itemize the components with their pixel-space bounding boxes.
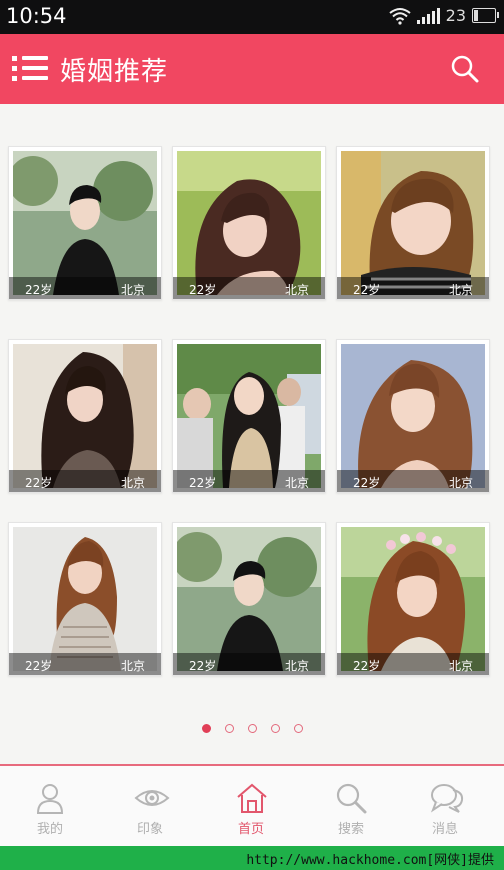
profile-photo [177, 527, 321, 671]
profile-age: 22岁 [189, 283, 217, 297]
status-icons: 23 [389, 6, 499, 25]
profile-photo [13, 151, 157, 295]
profile-caption: 22岁 北京 [9, 653, 161, 675]
profile-photo [177, 151, 321, 295]
page-dot[interactable] [247, 724, 257, 733]
profile-age: 22岁 [25, 476, 53, 490]
wifi-icon [389, 7, 411, 25]
status-time: 10:54 [6, 4, 67, 28]
profile-card[interactable]: 22岁 北京 [172, 339, 326, 493]
profile-age: 22岁 [25, 283, 53, 297]
profile-photo [13, 344, 157, 488]
profile-caption: 22岁 北京 [9, 277, 161, 299]
profile-card[interactable]: 22岁 北京 [172, 522, 326, 676]
profile-photo [177, 344, 321, 488]
tab-mine[interactable]: 我的 [0, 766, 100, 848]
profile-caption: 22岁 北京 [173, 653, 325, 675]
profile-photo [341, 344, 485, 488]
page-title: 婚姻推荐 [60, 57, 169, 87]
profile-card[interactable]: 22岁 北京 [172, 146, 326, 300]
eye-icon [134, 790, 170, 806]
profile-age: 22岁 [189, 659, 217, 673]
profile-age: 22岁 [189, 476, 217, 490]
profile-city: 北京 [448, 659, 473, 673]
status-bar: 10:54 23 [0, 0, 504, 34]
profile-city: 北京 [284, 659, 309, 673]
person-icon [36, 784, 64, 814]
tab-messages[interactable]: 消息 [395, 766, 495, 848]
tab-label: 印象 [136, 822, 163, 837]
profile-caption: 22岁 北京 [173, 277, 325, 299]
tab-label: 搜索 [337, 822, 364, 837]
search-icon [451, 55, 479, 83]
profile-age: 22岁 [353, 659, 381, 673]
profile-card[interactable]: 22岁 北京 [8, 146, 162, 300]
profile-age: 22岁 [353, 283, 381, 297]
app-bar: 婚姻推荐 [0, 34, 504, 104]
profile-card[interactable]: 22岁 北京 [336, 522, 490, 676]
battery-level: 23 [445, 6, 466, 25]
tab-home[interactable]: 首页 [201, 766, 301, 848]
profile-age: 22岁 [25, 659, 53, 673]
tab-impression[interactable]: 印象 [100, 766, 200, 848]
profile-photo [13, 527, 157, 671]
profile-city: 北京 [120, 283, 145, 297]
profile-city: 北京 [448, 476, 473, 490]
battery-icon [472, 8, 499, 23]
signal-icon [416, 7, 440, 24]
profile-city: 北京 [120, 659, 145, 673]
profile-card[interactable]: 22岁 北京 [336, 339, 490, 493]
profile-caption: 22岁 北京 [337, 277, 489, 299]
profile-caption: 22岁 北京 [173, 470, 325, 492]
profile-city: 北京 [284, 476, 309, 490]
profile-caption: 22岁 北京 [337, 470, 489, 492]
chat-bubbles-icon [430, 784, 464, 813]
profile-caption: 22岁 北京 [9, 470, 161, 492]
profile-city: 北京 [120, 476, 145, 490]
page-indicator [0, 718, 504, 733]
search-button[interactable] [450, 54, 480, 84]
bottom-tab-bar: 我的 印象 首页 搜索 消息 [0, 764, 504, 848]
tab-label: 首页 [237, 822, 264, 837]
profile-card[interactable]: 22岁 北京 [336, 146, 490, 300]
home-icon [237, 783, 267, 813]
profile-caption: 22岁 北京 [337, 653, 489, 675]
page-dot[interactable] [201, 724, 211, 733]
menu-button[interactable] [12, 54, 50, 84]
watermark-text: http://www.hackhome.com[网侠]提供 [246, 853, 494, 868]
page-dot[interactable] [293, 724, 303, 733]
profile-city: 北京 [284, 283, 309, 297]
profile-age: 22岁 [353, 476, 381, 490]
tab-label: 消息 [431, 822, 458, 837]
profile-photo [341, 527, 485, 671]
profile-city: 北京 [448, 283, 473, 297]
search-icon [336, 783, 367, 814]
profile-card[interactable]: 22岁 北京 [8, 522, 162, 676]
tab-label: 我的 [36, 822, 63, 837]
profile-photo [341, 151, 485, 295]
page-dot[interactable] [224, 724, 234, 733]
page-dot[interactable] [270, 724, 280, 733]
profile-card[interactable]: 22岁 北京 [8, 339, 162, 493]
watermark-bar: http://www.hackhome.com[网侠]提供 [0, 846, 504, 870]
tab-search[interactable]: 搜索 [301, 766, 401, 848]
